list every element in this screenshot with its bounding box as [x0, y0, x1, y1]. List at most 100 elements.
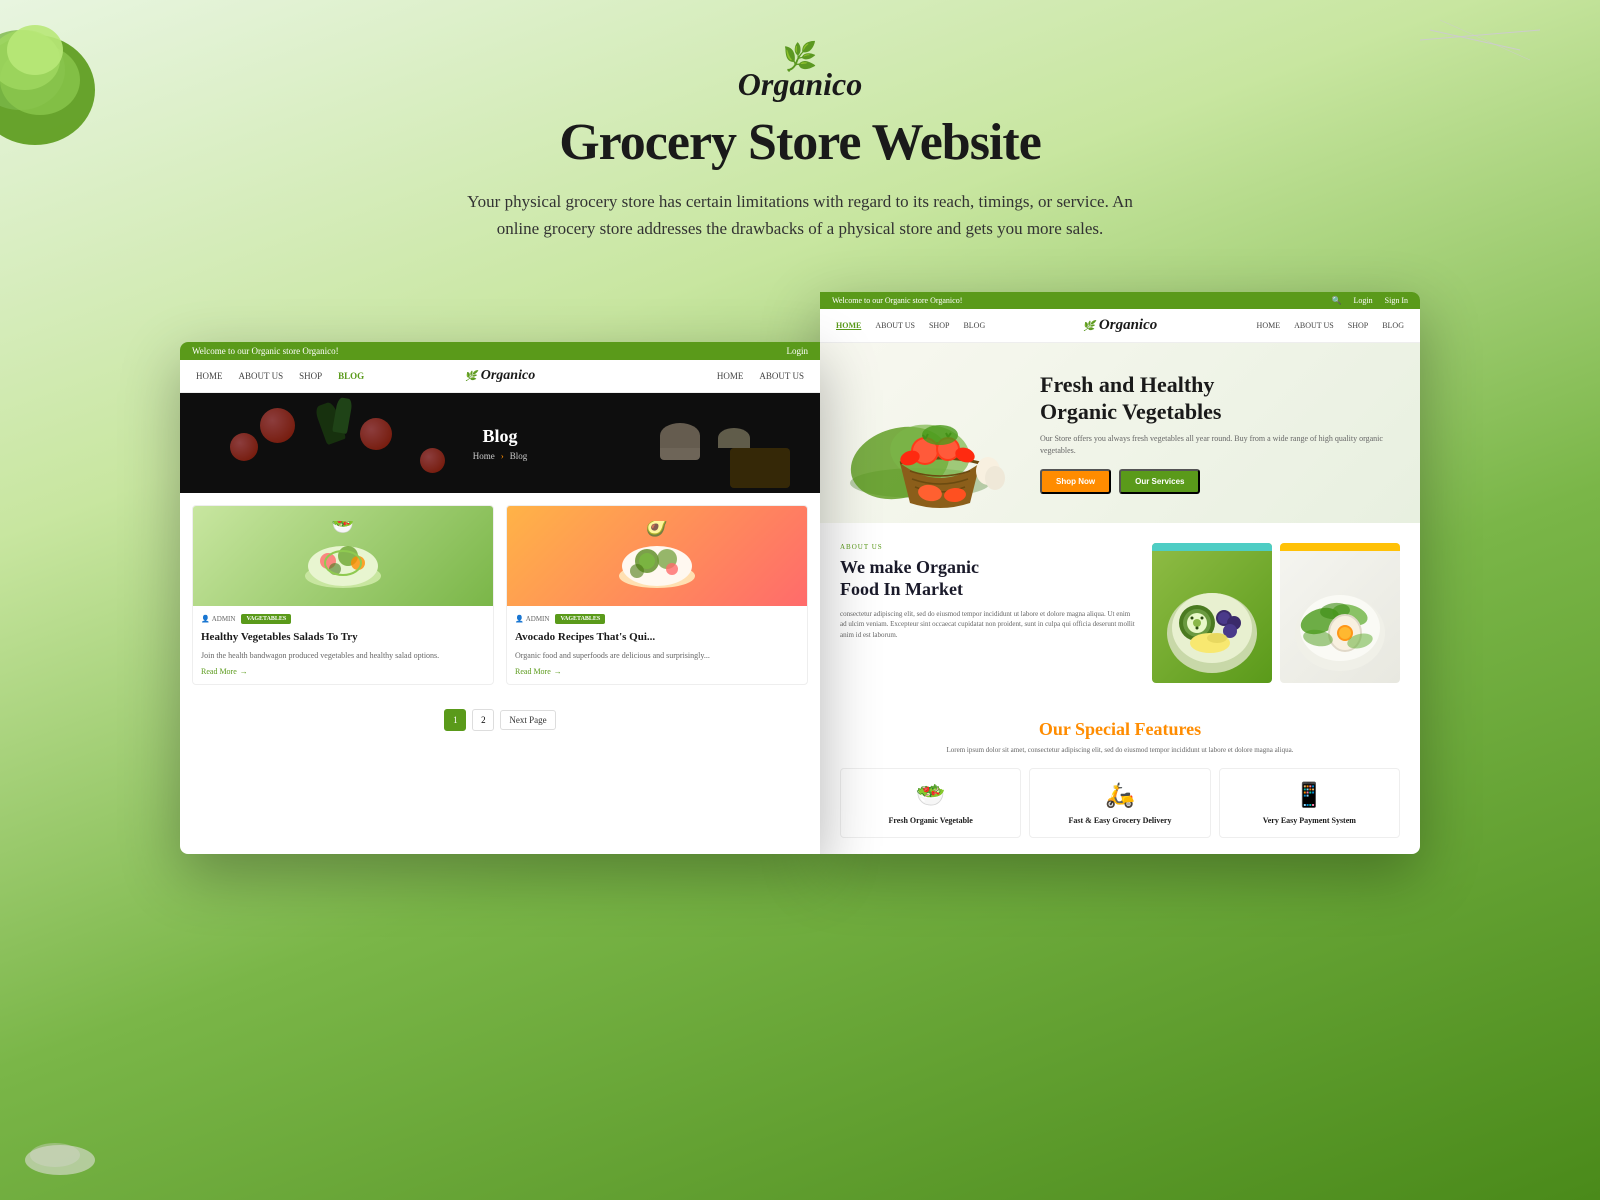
- blog-card-1-read-more[interactable]: Read More →: [201, 667, 485, 676]
- right-nav-right-home[interactable]: HOME: [1257, 321, 1281, 330]
- svg-text:🥑: 🥑: [646, 521, 668, 537]
- left-nav-home[interactable]: HOME: [196, 371, 223, 381]
- screenshots-container: Welcome to our Organic store Organico! L…: [0, 272, 1600, 874]
- blog-card-2-author: 👤 ADMIN: [515, 615, 549, 623]
- hero-buttons: Shop Now Our Services: [1040, 469, 1400, 494]
- features-title-black: Our Special: [1039, 719, 1130, 739]
- about-text: ABOUT US We make Organic Food In Market …: [840, 543, 1152, 640]
- blog-card-1-title: Healthy Vegetables Salads To Try: [201, 630, 485, 644]
- screenshot-right: Welcome to our Organic store Organico! 🔍…: [820, 292, 1420, 854]
- about-images: [1152, 543, 1400, 683]
- feature-card-2: 🛵 Fast & Easy Grocery Delivery: [1029, 768, 1210, 838]
- left-top-bar-text: Welcome to our Organic store Organico!: [192, 346, 339, 356]
- blog-card-1-image: 🥗: [193, 506, 493, 606]
- left-nav-about[interactable]: ABOUT US: [239, 371, 284, 381]
- page-subtitle: Your physical grocery store has certain …: [460, 188, 1140, 242]
- feature-title-2: Fast & Easy Grocery Delivery: [1038, 816, 1201, 825]
- hero-basket-image: [840, 363, 1020, 503]
- blog-card-1: 🥗 👤 ADMIN VAGETABLES Healthy Vegetables …: [192, 505, 494, 684]
- left-nav-right-home[interactable]: HOME: [717, 371, 744, 381]
- about-desc: consectetur adipiscing elit, sed do eius…: [840, 609, 1136, 641]
- blog-grid: 🥗 👤 ADMIN VAGETABLES Healthy Vegetables …: [180, 493, 820, 696]
- blog-card-1-meta: 👤 ADMIN VAGETABLES: [201, 614, 485, 624]
- blog-card-1-author: 👤 ADMIN: [201, 615, 235, 623]
- header-brand-name: Organico: [738, 66, 862, 103]
- right-nav-right-about[interactable]: ABOUT US: [1294, 321, 1334, 330]
- right-top-bar-search-icon[interactable]: 🔍: [1332, 296, 1342, 305]
- right-nav-home[interactable]: HOME: [836, 321, 861, 330]
- page-btn-2[interactable]: 2: [472, 709, 494, 731]
- blog-card-2-content: 👤 ADMIN VAGETABLES Avocado Recipes That'…: [507, 606, 807, 683]
- left-nav-blog[interactable]: BLOG: [338, 371, 364, 381]
- right-top-bar: Welcome to our Organic store Organico! 🔍…: [820, 292, 1420, 309]
- screenshot-left: Welcome to our Organic store Organico! L…: [180, 342, 820, 854]
- right-top-bar-actions: 🔍 Login Sign In: [1332, 296, 1408, 305]
- about-section: ABOUT US We make Organic Food In Market …: [820, 523, 1420, 703]
- brand-logo: 🌿 Organico: [20, 40, 1580, 103]
- hero-heading: Fresh and Healthy Organic Vegetables: [1040, 372, 1400, 425]
- pagination: 1 2 Next Page: [180, 697, 820, 743]
- blog-card-2-desc: Organic food and superfoods are deliciou…: [515, 650, 799, 661]
- right-nav-right-blog[interactable]: BLOG: [1382, 321, 1404, 330]
- left-top-bar: Welcome to our Organic store Organico! L…: [180, 342, 820, 360]
- feature-icon-1: 🥗: [849, 781, 1012, 810]
- blog-card-2-image: 🥑: [507, 506, 807, 606]
- blog-card-2-tag[interactable]: VAGETABLES: [555, 614, 605, 624]
- right-nav-blog[interactable]: BLOG: [963, 321, 985, 330]
- next-page-btn[interactable]: Next Page: [500, 710, 555, 730]
- breadcrumb-home[interactable]: Home: [473, 451, 495, 461]
- feature-title-1: Fresh Organic Vegetable: [849, 816, 1012, 825]
- left-nav: HOME ABOUT US SHOP BLOG 🌿 Organico HOME …: [180, 360, 820, 393]
- about-tag: ABOUT US: [840, 543, 1136, 551]
- left-nav-links: HOME ABOUT US SHOP BLOG: [196, 371, 399, 381]
- breadcrumb-arrow: ›: [501, 451, 504, 461]
- our-services-button[interactable]: Our Services: [1119, 469, 1200, 494]
- feature-icon-3: 📱: [1228, 781, 1391, 810]
- svg-text:🥗: 🥗: [332, 521, 354, 535]
- feature-title-3: Very Easy Payment System: [1228, 816, 1391, 825]
- left-hero-title: Blog: [482, 426, 517, 447]
- right-hero: Fresh and Healthy Organic Vegetables Our…: [820, 343, 1420, 523]
- right-top-bar-login[interactable]: Login: [1354, 296, 1373, 305]
- hero-text: Fresh and Healthy Organic Vegetables Our…: [1040, 372, 1400, 494]
- page-header: 🌿 Organico Grocery Store Website Your ph…: [0, 0, 1600, 272]
- right-top-bar-text: Welcome to our Organic store Organico!: [832, 296, 962, 305]
- left-hero-breadcrumb: Home › Blog: [473, 451, 528, 461]
- blog-card-2-meta: 👤 ADMIN VAGETABLES: [515, 614, 799, 624]
- features-subtitle: Lorem ipsum dolor sit amet, consectetur …: [840, 746, 1400, 754]
- blog-card-2-read-more[interactable]: Read More →: [515, 667, 799, 676]
- right-nav-right-shop[interactable]: SHOP: [1348, 321, 1368, 330]
- blog-card-1-content: 👤 ADMIN VAGETABLES Healthy Vegetables Sa…: [193, 606, 493, 683]
- blog-card-2: 🥑 👤 ADMIN VAGETABLES Avocado Recipes Tha…: [506, 505, 808, 684]
- about-img-2: [1280, 543, 1400, 683]
- shop-now-button[interactable]: Shop Now: [1040, 469, 1111, 494]
- blog-card-2-title: Avocado Recipes That's Qui...: [515, 630, 799, 644]
- left-nav-shop[interactable]: SHOP: [299, 371, 322, 381]
- right-nav-brand: 🌿 Organico: [1025, 317, 1214, 334]
- left-hero: Blog Home › Blog: [180, 393, 820, 493]
- breadcrumb-current: Blog: [510, 451, 528, 461]
- about-heading: We make Organic Food In Market: [840, 557, 1136, 600]
- feature-card-1: 🥗 Fresh Organic Vegetable: [840, 768, 1021, 838]
- blog-card-1-tag[interactable]: VAGETABLES: [241, 614, 291, 624]
- page-btn-1[interactable]: 1: [444, 709, 466, 731]
- right-top-bar-signin[interactable]: Sign In: [1385, 296, 1408, 305]
- right-nav: HOME ABOUT US SHOP BLOG 🌿 Organico HOME …: [820, 309, 1420, 343]
- right-nav-left: HOME ABOUT US SHOP BLOG: [836, 321, 1025, 330]
- about-img-1: [1152, 543, 1272, 683]
- features-grid: 🥗 Fresh Organic Vegetable 🛵 Fast & Easy …: [840, 768, 1400, 838]
- features-title: Our Special Features: [840, 719, 1400, 740]
- features-title-orange: Features: [1135, 719, 1202, 739]
- deco-bottom-left: [20, 1120, 100, 1180]
- left-nav-right-about[interactable]: ABOUT US: [759, 371, 804, 381]
- page-title: Grocery Store Website: [20, 113, 1580, 172]
- right-nav-shop[interactable]: SHOP: [929, 321, 949, 330]
- right-nav-about[interactable]: ABOUT US: [875, 321, 915, 330]
- hero-desc: Our Store offers you always fresh vegeta…: [1040, 433, 1400, 457]
- feature-card-3: 📱 Very Easy Payment System: [1219, 768, 1400, 838]
- feature-icon-2: 🛵: [1038, 781, 1201, 810]
- right-nav-right: HOME ABOUT US SHOP BLOG: [1215, 321, 1404, 330]
- left-top-bar-login[interactable]: Login: [787, 346, 809, 356]
- blog-card-1-desc: Join the health bandwagon produced veget…: [201, 650, 485, 661]
- left-nav-brand: 🌿 Organico: [399, 368, 602, 384]
